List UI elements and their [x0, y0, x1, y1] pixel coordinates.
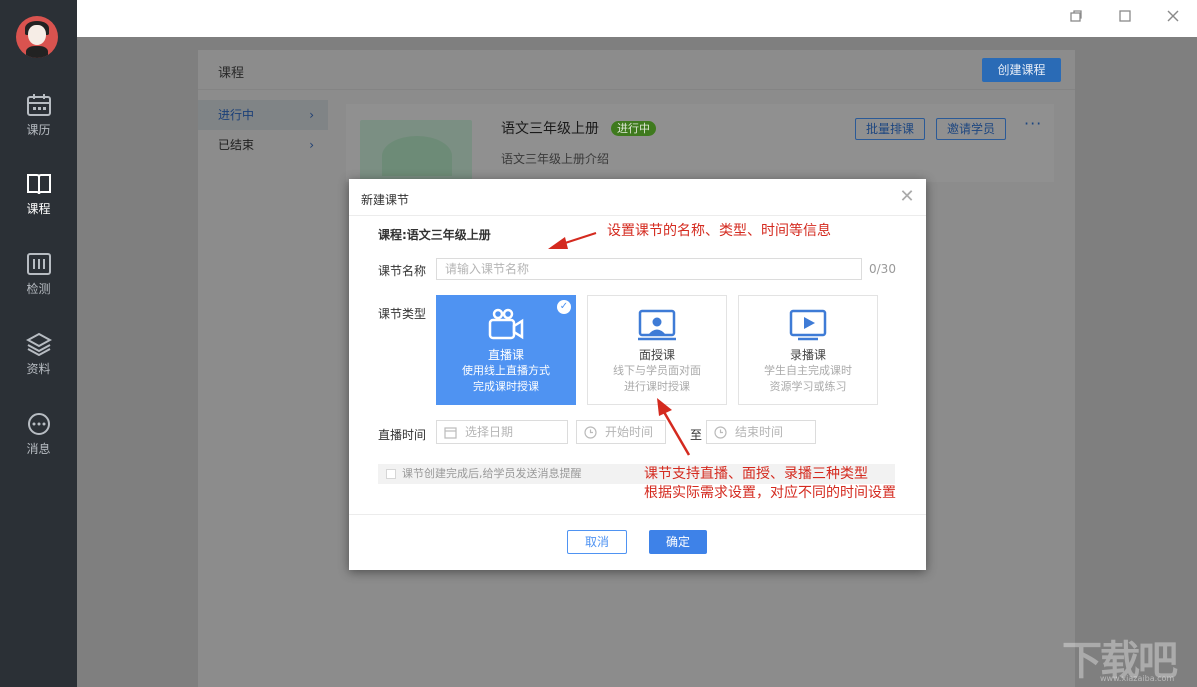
clock-icon — [584, 426, 597, 439]
layers-icon — [25, 332, 52, 356]
chevron-right-icon: › — [309, 108, 314, 122]
notify-text: 课节创建完成后,给学员发送消息提醒 — [402, 467, 582, 480]
start-time-picker[interactable]: 开始时间 — [576, 420, 666, 444]
course-status-nav: 进行中 › 已结束 › — [198, 100, 328, 160]
page-title: 课程 — [218, 66, 245, 81]
nav-item-calendar[interactable]: 课历 — [0, 93, 77, 153]
lesson-type-label: 课节类型 — [378, 307, 427, 321]
restore-icon[interactable] — [1067, 9, 1085, 27]
cancel-button[interactable]: 取消 — [567, 530, 627, 554]
type-desc-recorded-2: 资源学习或练习 — [769, 380, 847, 393]
calendar-icon — [26, 94, 51, 116]
nav-item-messages[interactable]: 消息 — [0, 412, 77, 472]
batch-schedule-button[interactable]: 批量排课 — [855, 118, 926, 140]
start-time-placeholder: 开始时间 — [605, 425, 654, 439]
dialog-title: 新建课节 — [361, 193, 410, 207]
message-icon — [27, 413, 50, 435]
avatar-face — [28, 25, 46, 45]
notify-checkbox[interactable] — [386, 469, 396, 479]
clock-icon — [714, 426, 727, 439]
nav-item-test[interactable]: 检测 — [0, 252, 77, 312]
annotation-bottom-line1: 课节支持直播、面授、录播三种类型 — [644, 466, 868, 482]
title-bar — [77, 0, 1197, 37]
course-card[interactable]: 语文三年级上册 进行中 语文三年级上册介绍 批量排课 邀请学员 ··· — [346, 104, 1054, 182]
nav-label-course: 课程 — [26, 202, 51, 216]
video-camera-icon — [488, 308, 524, 340]
subnav-item-ongoing[interactable]: 进行中 › — [198, 100, 328, 130]
selected-check-icon: ✓ — [557, 300, 571, 314]
dialog-course-line: 课程:语文三年级上册 — [378, 228, 491, 242]
book-icon — [26, 174, 51, 195]
course-name: 语文三年级上册 — [501, 121, 599, 137]
type-desc-live-1: 使用线上直播方式 — [462, 364, 550, 377]
type-desc-face-1: 线下与学员面对面 — [613, 364, 701, 377]
dialog-footer: 取消 确定 — [349, 514, 926, 570]
name-char-counter: 0/30 — [869, 262, 896, 276]
annotation-bottom-line2: 根据实际需求设置，对应不同的时间设置 — [644, 485, 896, 501]
thumbnail-illustration — [382, 136, 452, 176]
avatar[interactable] — [16, 16, 58, 58]
nav-label-calendar: 课历 — [26, 123, 51, 137]
type-card-live[interactable]: ✓ 直播课 使用线上直播方式 完成课时授课 — [436, 295, 576, 405]
maximize-icon[interactable] — [1116, 9, 1134, 27]
chevron-right-icon: › — [309, 138, 314, 152]
nav-label-materials: 资料 — [26, 362, 51, 376]
subnav-item-ended[interactable]: 已结束 › — [198, 130, 328, 160]
panel-header: 课程 创建课程 — [198, 50, 1075, 90]
type-desc-recorded-1: 学生自主完成课时 — [764, 364, 852, 377]
invite-students-button[interactable]: 邀请学员 — [936, 118, 1007, 140]
test-icon — [26, 253, 51, 275]
dialog-header: 新建课节 ✕ — [349, 179, 926, 216]
play-video-icon — [789, 309, 827, 341]
type-name-face: 面授课 — [638, 348, 675, 362]
lesson-name-input[interactable] — [436, 258, 862, 280]
end-time-picker[interactable]: 结束时间 — [706, 420, 816, 444]
close-icon[interactable] — [1164, 9, 1182, 27]
subnav-label-ended: 已结束 — [218, 138, 255, 152]
date-picker[interactable]: 选择日期 — [436, 420, 568, 444]
live-time-label: 直播时间 — [378, 428, 427, 442]
more-icon[interactable]: ··· — [1024, 114, 1042, 133]
date-placeholder: 选择日期 — [465, 425, 514, 439]
avatar-body — [26, 46, 48, 58]
end-time-placeholder: 结束时间 — [735, 425, 784, 439]
watermark-logo: 下载吧 www.xiazaiba.com — [1060, 628, 1190, 684]
create-course-button[interactable]: 创建课程 — [982, 58, 1061, 82]
left-nav: 课历 课程 检测 资料 消息 — [0, 0, 77, 687]
status-badge: 进行中 — [611, 121, 656, 136]
type-card-face-to-face[interactable]: 面授课 线下与学员面对面 进行课时授课 — [587, 295, 727, 405]
watermark-url: www.xiazaiba.com — [1100, 674, 1175, 683]
course-description: 语文三年级上册介绍 — [501, 152, 610, 166]
confirm-button[interactable]: 确定 — [649, 530, 707, 554]
nav-item-course[interactable]: 课程 — [0, 172, 77, 232]
type-card-recorded[interactable]: 录播课 学生自主完成课时 资源学习或练习 — [738, 295, 878, 405]
nav-label-test: 检测 — [26, 282, 51, 296]
annotation-top: 设置课节的名称、类型、时间等信息 — [607, 223, 831, 239]
course-thumbnail — [360, 120, 472, 182]
type-name-live: 直播课 — [487, 348, 524, 362]
subnav-label-ongoing: 进行中 — [218, 108, 255, 122]
nav-label-messages: 消息 — [26, 442, 51, 456]
nav-item-materials[interactable]: 资料 — [0, 332, 77, 392]
lesson-name-label: 课节名称 — [378, 264, 427, 278]
to-label: 至 — [690, 428, 703, 442]
type-desc-live-2: 完成课时授课 — [473, 380, 539, 393]
type-name-recorded: 录播课 — [789, 348, 826, 362]
type-desc-face-2: 进行课时授课 — [624, 380, 690, 393]
dialog-close-icon[interactable]: ✕ — [898, 188, 916, 206]
classroom-icon — [638, 309, 676, 341]
calendar-icon — [444, 427, 457, 439]
